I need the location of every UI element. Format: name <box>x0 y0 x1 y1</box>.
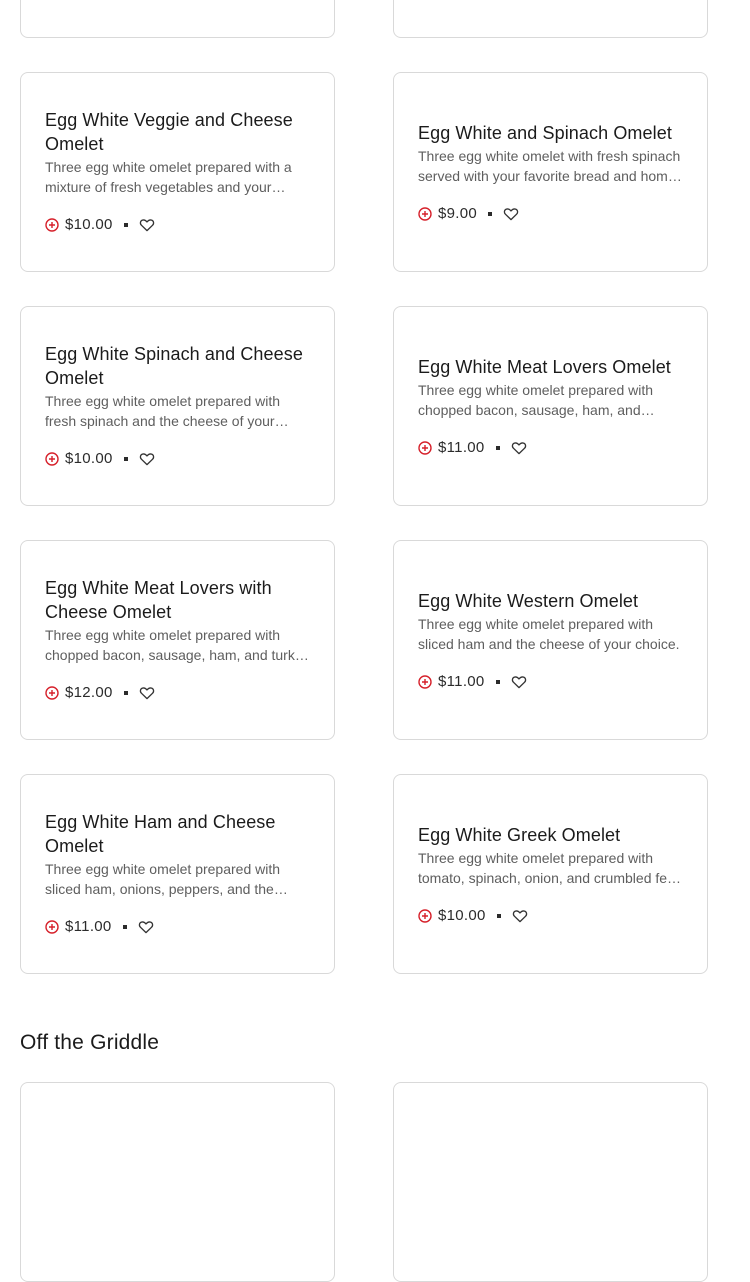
heart-outline-icon[interactable] <box>138 920 154 934</box>
separator-dot <box>495 445 500 450</box>
item-meta: $10.00 <box>45 449 310 469</box>
add-circle-icon[interactable] <box>45 919 59 934</box>
separator-dot <box>123 456 128 461</box>
item-price: $11.00 <box>438 439 485 456</box>
add-circle-icon[interactable] <box>418 206 432 221</box>
item-price: $10.00 <box>438 907 486 924</box>
menu-item-card[interactable]: Egg White and Spinach Omelet Three egg w… <box>393 72 708 272</box>
menu-item-card-partial[interactable] <box>393 1082 708 1282</box>
item-meta: $11.00 <box>418 672 683 692</box>
item-name: Egg White Veggie and Cheese Omelet <box>45 109 293 154</box>
item-name: Egg White Meat Lovers with Cheese Omelet <box>45 577 272 622</box>
item-description: Three egg white omelet with fresh spinac… <box>418 147 681 184</box>
add-circle-icon[interactable] <box>418 674 432 689</box>
heart-outline-icon[interactable] <box>512 909 528 923</box>
menu-item-card-partial[interactable] <box>20 1082 335 1282</box>
separator-dot <box>123 690 128 695</box>
menu-item-card[interactable]: Egg White Meat Lovers Omelet Three egg w… <box>393 306 708 506</box>
item-description: Three egg white omelet prepared with tom… <box>418 849 679 886</box>
menu-item-card[interactable]: Egg White Meat Lovers with Cheese Omelet… <box>20 540 335 740</box>
menu-item-card[interactable]: Egg White Spinach and Cheese Omelet Thre… <box>20 306 335 506</box>
heart-outline-icon[interactable] <box>139 686 155 700</box>
item-price: $11.00 <box>65 918 112 935</box>
separator-dot <box>122 924 127 929</box>
add-circle-icon[interactable] <box>418 908 432 923</box>
item-price: $9.00 <box>438 205 478 222</box>
item-name: Egg White Greek Omelet <box>418 824 621 845</box>
item-meta: $10.00 <box>418 906 683 926</box>
item-price: $11.00 <box>438 673 485 690</box>
separator-dot <box>495 679 500 684</box>
item-name: Egg White and Spinach Omelet <box>418 122 672 143</box>
item-price: $10.00 <box>65 216 113 233</box>
heart-outline-icon[interactable] <box>139 452 155 466</box>
section-heading: Off the Griddle <box>20 1031 160 1054</box>
item-meta: $11.00 <box>45 917 310 937</box>
separator-dot <box>123 222 128 227</box>
heart-outline-icon[interactable] <box>139 218 155 232</box>
add-circle-icon[interactable] <box>45 685 59 700</box>
item-name: Egg White Ham and Cheese Omelet <box>45 811 276 856</box>
heart-outline-icon[interactable] <box>511 675 527 689</box>
add-circle-icon[interactable] <box>418 440 432 455</box>
item-description: Three egg white omelet prepared with sli… <box>45 860 281 897</box>
menu-item-card-partial[interactable] <box>20 0 335 38</box>
menu-item-card[interactable]: Egg White Greek Omelet Three egg white o… <box>393 774 708 974</box>
item-meta: $12.00 <box>45 683 310 703</box>
item-description: Three egg white omelet prepared with cho… <box>418 381 654 418</box>
menu-item-card[interactable]: Egg White Veggie and Cheese Omelet Three… <box>20 72 335 272</box>
item-price: $10.00 <box>65 450 113 467</box>
separator-dot <box>488 211 493 216</box>
add-circle-icon[interactable] <box>45 451 59 466</box>
item-description: Three egg white omelet prepared with fre… <box>45 392 281 429</box>
item-description: Three egg white omelet prepared with cho… <box>45 626 310 663</box>
item-description: Three egg white omelet prepared with a m… <box>45 158 292 195</box>
item-description: Three egg white omelet prepared with sli… <box>418 615 680 652</box>
separator-dot <box>496 913 501 918</box>
item-name: Egg White Spinach and Cheese Omelet <box>45 343 303 388</box>
menu-item-card[interactable]: Egg White Western Omelet Three egg white… <box>393 540 708 740</box>
item-name: Egg White Western Omelet <box>418 590 639 611</box>
item-meta: $11.00 <box>418 438 683 458</box>
item-name: Egg White Meat Lovers Omelet <box>418 356 671 377</box>
menu-item-card[interactable]: Egg White Ham and Cheese Omelet Three eg… <box>20 774 335 974</box>
menu-item-card-partial[interactable] <box>393 0 708 38</box>
item-price: $12.00 <box>65 684 113 701</box>
item-meta: $10.00 <box>45 215 310 235</box>
heart-outline-icon[interactable] <box>503 207 519 221</box>
add-circle-icon[interactable] <box>45 217 59 232</box>
heart-outline-icon[interactable] <box>511 441 527 455</box>
item-meta: $9.00 <box>418 204 683 224</box>
